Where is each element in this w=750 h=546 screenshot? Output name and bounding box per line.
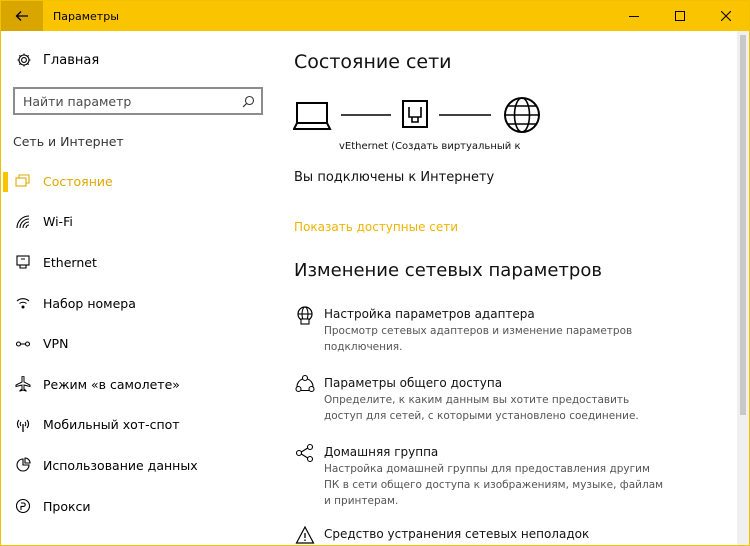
- scroll-thumb[interactable]: [740, 35, 746, 415]
- sharing-settings-link[interactable]: Параметры общего доступа Определите, к к…: [294, 374, 714, 424]
- close-icon: [721, 11, 731, 21]
- hotspot-icon: [15, 417, 31, 433]
- network-diagram: [293, 97, 540, 133]
- sidebar-item-label: Прокси: [43, 498, 91, 514]
- sidebar-item-label: VPN: [43, 336, 69, 352]
- page-title: Состояние сети: [294, 51, 452, 73]
- sidebar-item-label: Ethernet: [43, 254, 97, 270]
- sidebar: Главная Найти параметр Сеть и Интернет С…: [1, 31, 275, 545]
- maximize-button[interactable]: [657, 1, 703, 31]
- proxy-icon: [15, 498, 31, 514]
- sharing-icon: [294, 374, 316, 396]
- close-button[interactable]: [703, 1, 749, 31]
- sidebar-item-label: Мобильный хот-спот: [43, 417, 180, 433]
- sidebar-item-status[interactable]: Состояние: [1, 161, 275, 202]
- sidebar-item-dialup[interactable]: Набор номера: [1, 283, 275, 324]
- warning-icon: [294, 525, 316, 545]
- ethernet-port-icon: [402, 100, 428, 128]
- active-indicator: [3, 172, 8, 192]
- vpn-icon: [15, 336, 31, 352]
- setting-title: Домашняя группа: [324, 445, 439, 459]
- sidebar-item-ethernet[interactable]: Ethernet: [1, 242, 275, 283]
- search-input[interactable]: Найти параметр: [15, 94, 235, 109]
- airplane-icon: [15, 376, 31, 392]
- search-icon[interactable]: [235, 89, 261, 113]
- scrollbar[interactable]: [737, 31, 749, 545]
- title-bar: Параметры: [1, 1, 749, 31]
- back-button[interactable]: [1, 1, 43, 31]
- setting-title: Параметры общего доступа: [324, 376, 503, 390]
- adapter-name: vEthernet (Создать виртуальный к: [339, 141, 521, 152]
- adapter-settings-link[interactable]: Настройка параметров адаптера Просмотр с…: [294, 306, 714, 355]
- sidebar-item-label: Wi-Fi: [43, 214, 73, 230]
- laptop-icon: [293, 102, 332, 130]
- setting-desc: Настройка домашней группы для предоставл…: [324, 463, 664, 507]
- sidebar-item-label: Набор номера: [43, 295, 136, 311]
- ethernet-icon: [15, 254, 31, 270]
- sidebar-item-airplane[interactable]: Режим «в самолете»: [1, 364, 275, 405]
- wifi-icon: [15, 214, 31, 230]
- setting-desc: Определите, к каким данным вы хотите пре…: [324, 394, 639, 422]
- connection-status: Вы подключены к Интернету: [294, 170, 495, 185]
- minimize-icon: [629, 16, 639, 17]
- adapter-icon: [294, 305, 316, 327]
- homegroup-link[interactable]: Домашняя группа Настройка домашней групп…: [294, 443, 714, 509]
- home-label: Главная: [43, 52, 100, 68]
- sidebar-item-label: Использование данных: [43, 457, 198, 473]
- sidebar-item-data-usage[interactable]: Использование данных: [1, 445, 275, 486]
- data-usage-icon: [15, 457, 31, 473]
- globe-icon: [504, 97, 540, 133]
- troubleshooter-link[interactable]: Средство устранения сетевых неполадок: [294, 525, 714, 545]
- sidebar-item-label: Состояние: [43, 173, 113, 189]
- setting-title: Средство устранения сетевых неполадок: [324, 527, 590, 541]
- arrow-left-icon: [15, 11, 28, 21]
- setting-title: Настройка параметров адаптера: [324, 307, 535, 321]
- main-content: Состояние сети vEthernet (Создать виртуа…: [275, 31, 737, 545]
- network-status-icon: [15, 173, 31, 189]
- home-link[interactable]: Главная: [15, 51, 99, 69]
- sidebar-item-label: Режим «в самолете»: [43, 376, 180, 392]
- section-label: Сеть и Интернет: [13, 134, 124, 149]
- sidebar-item-vpn[interactable]: VPN: [1, 323, 275, 364]
- sidebar-item-wifi[interactable]: Wi-Fi: [1, 202, 275, 243]
- sidebar-item-proxy[interactable]: Прокси: [1, 486, 275, 527]
- dialup-icon: [15, 295, 31, 311]
- change-settings-heading: Изменение сетевых параметров: [294, 260, 602, 281]
- setting-desc: Просмотр сетевых адаптеров и изменение п…: [324, 325, 633, 353]
- sidebar-item-hotspot[interactable]: Мобильный хот-спот: [1, 405, 275, 446]
- maximize-icon: [675, 11, 685, 21]
- homegroup-icon: [294, 443, 316, 465]
- gear-icon: [15, 51, 33, 69]
- nav-list: Состояние Wi-Fi Ethernet Набор номера VP…: [1, 161, 275, 526]
- settings-window: Параметры Главная Найти параметр Сеть и …: [0, 0, 750, 546]
- show-networks-link[interactable]: Показать доступные сети: [294, 220, 458, 234]
- minimize-button[interactable]: [611, 1, 657, 31]
- search-box[interactable]: Найти параметр: [13, 87, 263, 115]
- window-title: Параметры: [53, 9, 119, 23]
